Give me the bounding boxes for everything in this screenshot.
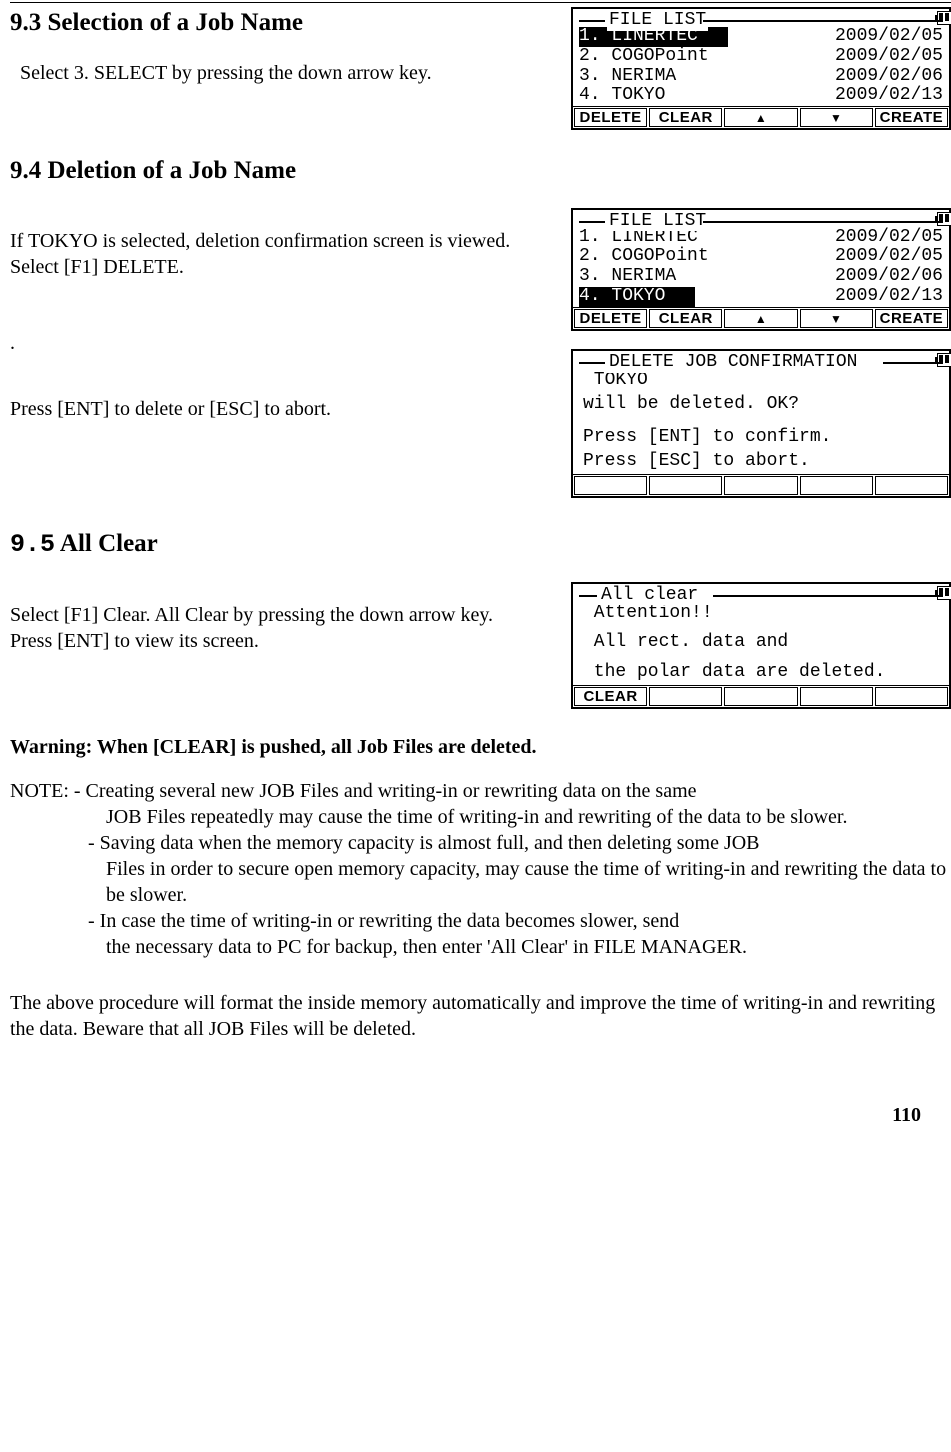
body-9-5: Select [F1] Clear. All Clear by pressing… [10, 602, 540, 654]
softkey-create[interactable]: CREATE [875, 108, 948, 127]
lcd1-row-2-right: 2009/02/05 [835, 47, 943, 67]
note-2a: - Saving data when the memory capacity i… [88, 832, 760, 854]
lcd-all-clear: All clear Attention!! All rect. data and… [571, 582, 951, 709]
softkey-blank[interactable] [800, 687, 873, 706]
section-9-4: 9.4 Deletion of a Job Name If TOKYO is s… [10, 155, 951, 498]
lcd2-row-4-left: 4. TOKYO [579, 287, 695, 307]
lcd2-row-4-right: 2009/02/13 [835, 287, 943, 307]
lcd2-row-1-right: 2009/02/05 [835, 228, 943, 248]
softkey-blank[interactable] [724, 476, 797, 495]
softkey-blank[interactable] [649, 476, 722, 495]
softkey-blank[interactable] [724, 687, 797, 706]
lcd-delete-confirm: DELETE JOB CONFIRMATION TOKYO will be de… [571, 349, 951, 498]
section-9-3: 9.3 Selection of a Job Name Select 3. SE… [10, 7, 951, 130]
lcd1-row-4-left: 4. TOKYO [579, 86, 665, 106]
lcd2-title: FILE LIST [607, 212, 708, 232]
lcd2-row-2-left: 2. COGOPoint [579, 247, 709, 267]
lcd-file-list-1: FILE LIST 1. LINERTEC2009/02/05 2. COGOP… [571, 7, 951, 130]
note-1b: JOB Files repeatedly may cause the time … [10, 804, 951, 830]
softkey-blank[interactable] [875, 476, 948, 495]
lcd1-title: FILE LIST [607, 11, 708, 31]
note-3a: - In case the time of writing-in or rewr… [88, 910, 679, 932]
dot: . [10, 330, 540, 356]
body-9-4-2: Press [ENT] to delete or [ESC] to abort. [10, 396, 540, 422]
section-9-5: 9.5 All Clear Select [F1] Clear. All Cle… [10, 528, 951, 709]
warning-text: Warning: When [CLEAR] is pushed, all Job… [10, 734, 951, 760]
lcd4-line2: All rect. data and [579, 631, 943, 655]
lcd2-row-3-left: 3. NERIMA [579, 267, 676, 287]
note-3b: the necessary data to PC for backup, the… [10, 934, 951, 960]
softkey-delete[interactable]: DELETE [574, 309, 647, 328]
lcd2-row-3-right: 2009/02/06 [835, 267, 943, 287]
lcd1-row-2-left: 2. COGOPoint [579, 47, 709, 67]
lcd3-title: DELETE JOB CONFIRMATION [607, 353, 859, 373]
lcd1-row-1-right: 2009/02/05 [835, 27, 943, 47]
softkey-up-icon[interactable] [724, 309, 797, 328]
note-2b: Files in order to secure open memory cap… [10, 856, 951, 908]
softkey-create[interactable]: CREATE [875, 309, 948, 328]
note-prefix: NOTE: [10, 780, 74, 802]
softkey-clear[interactable]: CLEAR [574, 687, 647, 706]
lcd1-row-3-left: 3. NERIMA [579, 67, 676, 87]
trailing-paragraph: The above procedure will format the insi… [10, 990, 951, 1042]
softkey-up-icon[interactable] [724, 108, 797, 127]
lcd3-line2: will be deleted. OK? [579, 393, 943, 417]
softkey-clear[interactable]: CLEAR [649, 108, 722, 127]
softkey-down-icon[interactable] [800, 309, 873, 328]
lcd1-row-4-right: 2009/02/13 [835, 86, 943, 106]
lcd4-line3: the polar data are deleted. [579, 661, 943, 685]
softkey-clear[interactable]: CLEAR [649, 309, 722, 328]
note-1a: - Creating several new JOB Files and wri… [74, 780, 697, 802]
softkey-delete[interactable]: DELETE [574, 108, 647, 127]
softkey-down-icon[interactable] [800, 108, 873, 127]
lcd1-row-3-right: 2009/02/06 [835, 67, 943, 87]
softkey-blank[interactable] [649, 687, 722, 706]
page-number: 110 [10, 1102, 951, 1128]
top-rule [10, 2, 951, 3]
heading-9-5: 9.5 All Clear [10, 528, 951, 562]
lcd2-row-2-right: 2009/02/05 [835, 247, 943, 267]
heading-9-4: 9.4 Deletion of a Job Name [10, 155, 951, 188]
body-9-3: Select 3. SELECT by pressing the down ar… [10, 60, 540, 86]
softkey-blank[interactable] [574, 476, 647, 495]
lcd-file-list-2: FILE LIST 1. LINERTEC2009/02/05 2. COGOP… [571, 208, 951, 331]
lcd3-line4: Press [ESC] to abort. [579, 450, 943, 474]
softkey-blank[interactable] [800, 476, 873, 495]
heading-9-3: 9.3 Selection of a Job Name [10, 7, 540, 40]
note-block: NOTE: - Creating several new JOB Files a… [10, 778, 951, 960]
softkey-blank[interactable] [875, 687, 948, 706]
lcd4-title: All clear [599, 586, 700, 606]
lcd3-line3: Press [ENT] to confirm. [579, 426, 943, 450]
body-9-4-1: If TOKYO is selected, deletion confirmat… [10, 228, 540, 280]
